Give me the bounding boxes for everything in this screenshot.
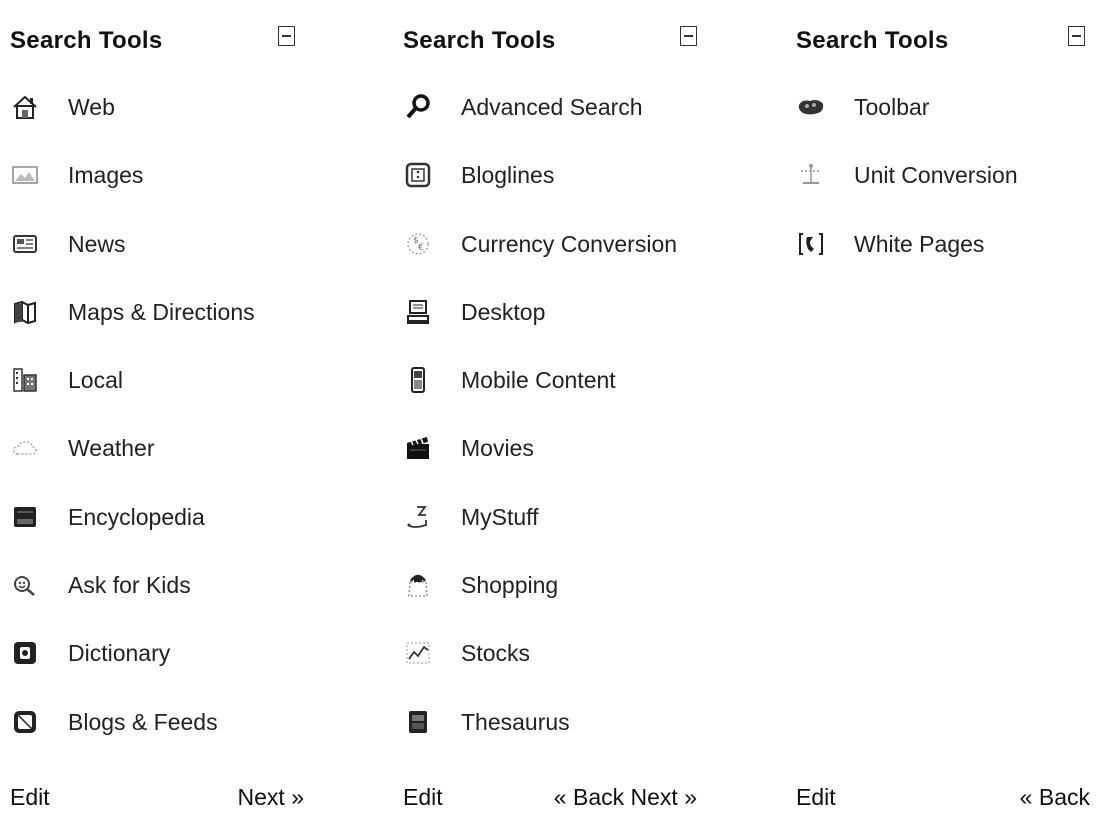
edit-link[interactable]: Edit [796,784,836,811]
tool-label: Thesaurus [461,708,570,735]
house-icon [10,92,40,122]
tool-label: Encyclopedia [68,503,205,530]
tool-label: News [68,230,126,257]
tool-label: Bloglines [461,162,555,189]
tool-label: Dictionary [68,640,171,667]
clapperboard-icon [403,433,433,463]
panel-footer: Edit Next » [10,784,310,814]
tool-item-thesaurus[interactable]: Thesaurus [403,707,703,775]
tool-item-mobile-content[interactable]: Mobile Content [403,365,703,433]
tool-item-unit-conversion[interactable]: Unit Conversion [796,160,1096,228]
tool-item-advanced-search[interactable]: Advanced Search [403,92,703,160]
tool-label: Maps & Directions [68,298,255,325]
tool-label: Unit Conversion [854,162,1018,189]
cloud-icon [10,433,40,463]
tool-list: Advanced Search Bloglines $ € Currency Co… [403,92,703,775]
tool-label: Weather [68,435,155,462]
next-link[interactable]: Next » [238,784,304,810]
mystuff-icon [403,502,433,532]
pager: Next » [238,784,304,811]
tool-item-local[interactable]: Local [10,365,310,433]
feeds-icon [10,707,40,737]
stock-chart-icon [403,638,433,668]
panel-footer: Edit « Back Next » [403,784,703,814]
tool-label: Movies [461,435,534,462]
panel-title: Search Tools [796,27,949,54]
mobile-phone-icon [403,365,433,395]
tool-label: Ask for Kids [68,572,191,599]
svg-text:€: € [418,243,424,253]
tool-label: Advanced Search [461,94,643,120]
back-link[interactable]: « Back [554,784,624,810]
panel-header: Search Tools [10,24,310,64]
tool-item-desktop[interactable]: Desktop [403,297,703,365]
search-tools-panels: Search Tools Web Images News Maps & Dire… [0,0,1098,815]
magnifier-icon [403,92,433,122]
tool-label: Shopping [461,572,559,599]
back-link[interactable]: « Back [1020,784,1090,810]
scale-icon [796,160,826,190]
dictionary-icon [10,638,40,668]
thesaurus-icon [403,707,433,737]
phone-book-icon [796,229,826,259]
search-tools-panel-1: Search Tools Web Images News Maps & Dire… [10,0,310,815]
tool-label: Currency Conversion [461,230,678,257]
tool-label: Local [68,367,123,394]
panel-header: Search Tools [403,24,703,64]
edit-link[interactable]: Edit [403,784,443,811]
edit-link[interactable]: Edit [10,784,50,811]
tool-item-bloglines[interactable]: Bloglines [403,160,703,228]
book-icon [10,502,40,532]
tool-item-weather[interactable]: Weather [10,433,310,501]
currency-icon: $ € [403,229,433,259]
panel-title: Search Tools [403,27,556,54]
newspaper-icon [10,229,40,259]
tool-item-stocks[interactable]: Stocks [403,638,703,706]
bloglines-icon [403,160,433,190]
tool-item-ask-for-kids[interactable]: Ask for Kids [10,570,310,638]
next-link[interactable]: Next » [631,784,697,810]
tool-label: White Pages [854,230,985,257]
panel-title: Search Tools [10,27,163,54]
panel-footer: Edit « Back [796,784,1096,814]
tool-label: Stocks [461,640,531,667]
tool-label: Web [68,94,115,120]
tool-item-toolbar[interactable]: Toolbar [796,92,1096,160]
image-icon [10,160,40,190]
tool-label: Desktop [461,298,546,325]
tool-item-encyclopedia[interactable]: Encyclopedia [10,502,310,570]
shopping-bag-icon [403,570,433,600]
tool-label: Blogs & Feeds [68,708,218,735]
pager: « Back Next » [554,784,697,811]
tool-item-blogs-feeds[interactable]: Blogs & Feeds [10,707,310,775]
tool-item-news[interactable]: News [10,229,310,297]
tool-item-white-pages[interactable]: White Pages [796,229,1096,297]
tool-label: MyStuff [461,503,539,530]
toolbar-icon [796,92,826,122]
tool-label: Mobile Content [461,367,616,394]
tool-item-movies[interactable]: Movies [403,433,703,501]
tool-item-mystuff[interactable]: MyStuff [403,502,703,570]
buildings-icon [10,365,40,395]
tool-item-dictionary[interactable]: Dictionary [10,638,310,706]
tool-label: Toolbar [854,94,930,120]
tool-item-web[interactable]: Web [10,92,310,160]
search-tools-panel-3: Search Tools Toolbar Unit Conversion Whi… [796,0,1096,815]
computer-icon [403,297,433,327]
tool-item-currency-conversion[interactable]: $ € Currency Conversion [403,229,703,297]
kids-icon [10,570,40,600]
collapse-button[interactable] [680,26,697,46]
tool-list: Web Images News Maps & Directions Local … [10,92,310,775]
tool-item-shopping[interactable]: Shopping [403,570,703,638]
panel-header: Search Tools [796,24,1096,64]
tool-item-images[interactable]: Images [10,160,310,228]
search-tools-panel-2: Search Tools Advanced Search Bloglines $… [403,0,703,815]
tool-list: Toolbar Unit Conversion White Pages [796,92,1096,297]
tool-label: Images [68,162,144,189]
tool-item-maps-directions[interactable]: Maps & Directions [10,297,310,365]
collapse-button[interactable] [1068,26,1085,46]
collapse-button[interactable] [278,26,295,46]
pager: « Back [1020,784,1090,811]
map-icon [10,297,40,327]
